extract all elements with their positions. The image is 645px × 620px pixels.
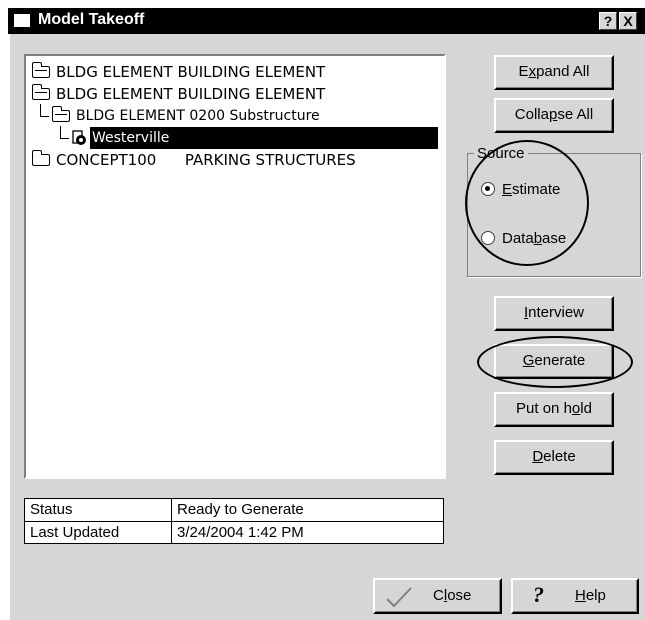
generate-button[interactable]: Generate: [494, 344, 614, 379]
tree-item-selected[interactable]: Westerville: [70, 127, 440, 149]
tree-connector: [60, 126, 69, 139]
help-icon: ?: [533, 582, 544, 607]
status-row: Status Ready to Generate: [25, 499, 443, 521]
status-value: 3/24/2004 1:42 PM: [177, 524, 304, 541]
folder-closed-icon: [32, 150, 50, 166]
folder-open-icon: [52, 106, 70, 122]
source-group-label: Source: [474, 145, 528, 162]
status-panel: Status Ready to Generate Last Updated 3/…: [24, 498, 444, 544]
checkmark-icon: [386, 587, 412, 608]
collapse-all-button[interactable]: Collapse All: [494, 98, 614, 133]
model-icon: [72, 130, 86, 145]
window-title: Model Takeoff: [38, 11, 145, 28]
tree-item-label: BLDG ELEMENT 0200 Substructure: [76, 108, 320, 124]
status-key: Status: [30, 501, 73, 518]
help-button[interactable]: ? Help: [511, 578, 639, 614]
tree-item-label: BLDG ELEMENT BUILDING ELEMENT: [56, 63, 326, 81]
tree-connector: [40, 104, 49, 117]
status-row: Last Updated 3/24/2004 1:42 PM: [25, 522, 443, 544]
expand-all-button[interactable]: Expand All: [494, 55, 614, 90]
folder-open-icon: [32, 84, 50, 100]
status-key: Last Updated: [30, 524, 120, 541]
status-value: Ready to Generate: [177, 501, 304, 518]
delete-button[interactable]: Delete: [494, 440, 614, 475]
database-radio[interactable]: [481, 231, 495, 245]
source-group: [467, 153, 641, 277]
tree-item-label: Westerville: [90, 127, 438, 149]
tree-item-label: CONCEPT100 PARKING STRUCTURES: [56, 151, 356, 169]
put-on-hold-button[interactable]: Put on hold: [494, 392, 614, 427]
close-title-button[interactable]: X: [619, 12, 637, 30]
close-button[interactable]: Close: [373, 578, 502, 614]
title-bar: Model Takeoff ? X: [8, 8, 645, 34]
window-icon: [14, 14, 30, 27]
interview-button[interactable]: Interview: [494, 296, 614, 331]
tree-item-label: BLDG ELEMENT BUILDING ELEMENT: [56, 85, 326, 103]
takeoff-tree[interactable]: BLDG ELEMENT BUILDING ELEMENT BLDG ELEME…: [24, 54, 446, 479]
estimate-radio[interactable]: [481, 182, 495, 196]
folder-open-icon: [32, 62, 50, 78]
estimate-radio-label[interactable]: Estimate: [502, 181, 560, 198]
database-radio-label[interactable]: Database: [502, 230, 566, 247]
help-title-button[interactable]: ?: [599, 12, 617, 30]
